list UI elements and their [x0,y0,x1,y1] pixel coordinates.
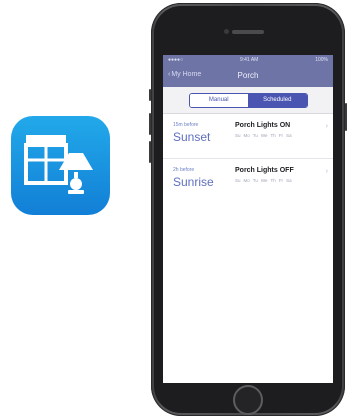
schedule-row[interactable]: 15m before Sunset Porch Lights ON Su Mo … [163,114,333,159]
home-button[interactable] [233,385,263,415]
schedule-event: Sunrise [173,175,214,189]
day-label: Mo [243,178,250,183]
segment-container: Manual Scheduled [163,87,333,114]
day-label: Tu [252,178,258,183]
mute-switch [149,89,151,101]
phone-screen: ●●●●○ 9:41 AM 100% ‹ My Home Porch Manua… [163,55,333,383]
schedule-days: Su Mo Tu We Th Fr Sa [235,178,292,183]
day-label: Fr [278,178,284,183]
schedule-offset: 15m before [173,122,199,128]
segment-manual[interactable]: Manual [189,93,248,107]
battery-indicator: 100% [315,57,328,63]
empty-content-area [163,201,333,383]
front-camera [224,29,229,34]
segment-scheduled[interactable]: Scheduled [248,93,307,107]
day-label: Sa [286,133,292,138]
schedule-offset: 2h before [173,167,195,173]
day-label: We [260,178,268,183]
window-blinds-lamp-icon [24,135,93,194]
day-label: Tu [252,133,258,138]
day-label: Th [270,178,276,183]
day-label: Sa [286,178,292,183]
day-label: Mo [243,133,250,138]
chevron-right-icon: › [325,168,328,175]
day-label: We [260,133,268,138]
day-label: Th [270,133,276,138]
power-button [345,103,347,131]
app-icon[interactable] [11,116,110,215]
mode-segmented-control: Manual Scheduled [188,92,308,108]
day-label: Fr [278,133,284,138]
earpiece-speaker [232,30,264,34]
signal-indicator: ●●●●○ [168,57,184,63]
chevron-right-icon: › [325,123,328,130]
schedule-action: Porch Lights OFF [235,167,294,174]
volume-down-button [149,141,151,163]
schedule-days: Su Mo Tu We Th Fr Sa [235,133,292,138]
phone-device: ●●●●○ 9:41 AM 100% ‹ My Home Porch Manua… [149,3,347,416]
volume-up-button [149,113,151,135]
day-label: Su [235,133,241,138]
day-label: Su [235,178,241,183]
status-time: 9:41 AM [239,57,259,63]
navigation-bar: ‹ My Home Porch [163,65,333,87]
status-bar: ●●●●○ 9:41 AM 100% [163,55,333,65]
schedule-event: Sunset [173,130,211,144]
page-title: Porch [237,71,259,80]
schedule-action: Porch Lights ON [235,122,291,129]
schedule-row[interactable]: 2h before Sunrise Porch Lights OFF Su Mo… [163,159,333,204]
